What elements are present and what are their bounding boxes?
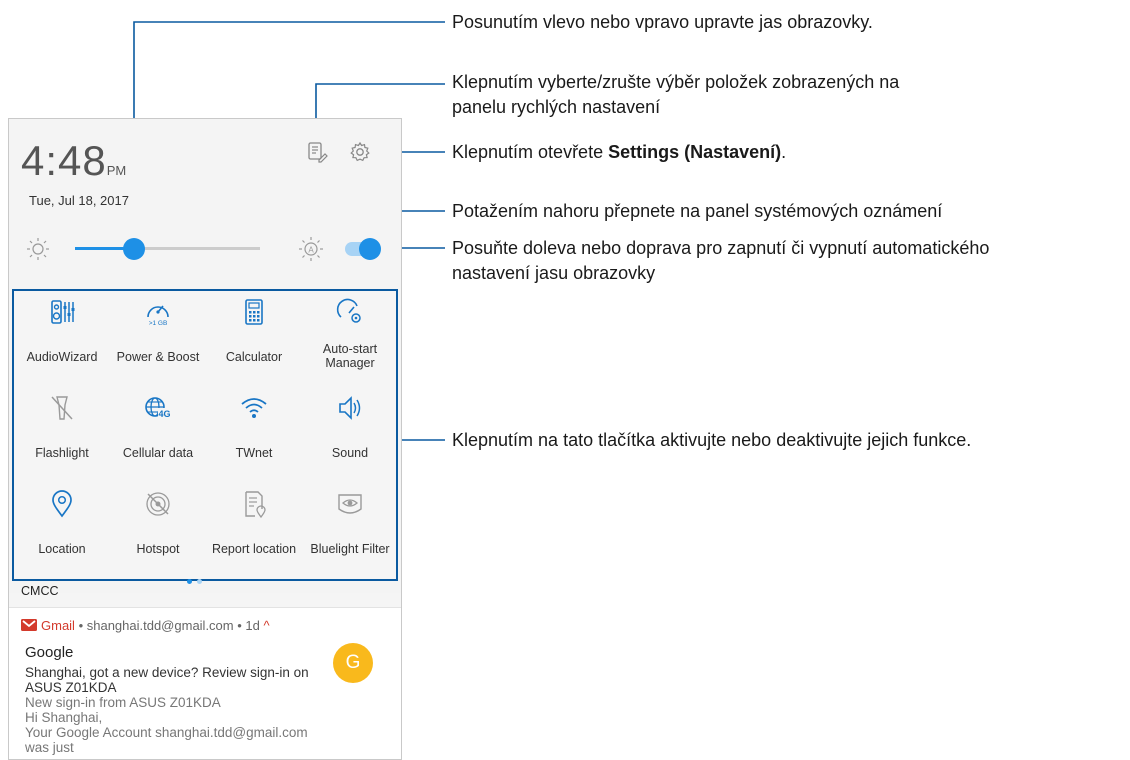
quick-settings-tiles: AudioWizard >1 GB Power & Boost Calculator A… bbox=[12, 289, 398, 581]
power-boost-icon: >1 GB bbox=[147, 305, 169, 327]
page-dot-active bbox=[187, 579, 192, 584]
tile-label: Flashlight bbox=[35, 446, 89, 460]
notification-header: Gmail • shanghai.tdd@gmail.com • 1d ^ bbox=[21, 618, 270, 633]
cellular-data-icon: 4G bbox=[145, 397, 171, 419]
notification-line: ASUS Z01KDA bbox=[25, 680, 117, 695]
tile-label: Auto-start Manager bbox=[322, 342, 378, 370]
page-indicator bbox=[187, 571, 207, 589]
tile-label: TWnet bbox=[235, 446, 273, 460]
callout-edit: Klepnutím vyberte/zrušte výběr položek z… bbox=[452, 70, 899, 120]
tile-label: Bluelight Filter bbox=[310, 542, 390, 556]
tile-label: Report location bbox=[211, 542, 297, 556]
callout-auto-line: nastavení jasu obrazovky bbox=[452, 263, 656, 283]
hotspot-icon bbox=[146, 492, 170, 516]
brightness-slider-thumb[interactable] bbox=[123, 238, 146, 260]
sound-icon bbox=[339, 396, 361, 420]
expand-chevron-icon[interactable]: ^ bbox=[264, 618, 270, 633]
location-icon bbox=[52, 490, 72, 518]
clock-time: 4:48 bbox=[21, 137, 107, 184]
callout-edit-line: Klepnutím vyberte/zrušte výběr položek z… bbox=[452, 72, 900, 92]
avatar: G bbox=[333, 643, 373, 683]
brightness-low-icon bbox=[27, 238, 49, 260]
notification-line: Shanghai, got a new device? Review sign-… bbox=[25, 665, 309, 680]
edit-quick-settings-icon[interactable] bbox=[306, 141, 328, 163]
callout-settings-bold: Settings (Nastavení) bbox=[608, 142, 782, 162]
tile-power-boost[interactable]: >1 GB Power & Boost bbox=[110, 297, 206, 364]
callout-auto-brightness: Posuňte doleva nebo doprava pro zapnutí … bbox=[452, 236, 989, 286]
tile-label: Hotspot bbox=[136, 542, 180, 556]
clock-ampm: PM bbox=[106, 163, 127, 178]
svg-text:A: A bbox=[308, 246, 314, 255]
gmail-notification[interactable]: Gmail • shanghai.tdd@gmail.com • 1d ^ Go… bbox=[9, 607, 401, 759]
tile-auto-start-manager[interactable]: Auto-start Manager bbox=[302, 297, 398, 370]
callout-auto-line: Posuňte doleva nebo doprava pro zapnutí … bbox=[452, 238, 990, 258]
tile-label: Cellular data bbox=[122, 446, 194, 460]
page-dot bbox=[197, 579, 202, 584]
callout-drag: Potažením nahoru přepnete na panel systé… bbox=[452, 201, 943, 221]
gmail-icon bbox=[21, 619, 37, 631]
bluelight-filter-icon bbox=[338, 494, 362, 514]
tile-cellular-data[interactable]: 4G Cellular data bbox=[110, 393, 206, 460]
quick-settings-panel: 4:48PM Tue, Jul 18, 2017 A AudioWizard >… bbox=[8, 118, 402, 760]
notification-line: Hi Shanghai, bbox=[25, 710, 103, 725]
auto-brightness-toggle-knob bbox=[359, 238, 381, 260]
autostart-manager-icon bbox=[336, 298, 361, 323]
callout-tiles: Klepnutím na tato tlačítka aktivujte neb… bbox=[452, 430, 972, 450]
wifi-icon bbox=[241, 398, 267, 418]
tile-label: Calculator bbox=[225, 350, 283, 364]
tile-audiowizard[interactable]: AudioWizard bbox=[14, 297, 110, 364]
auto-brightness-toggle[interactable] bbox=[345, 238, 381, 260]
audiowizard-icon bbox=[51, 300, 75, 324]
notification-account: shanghai.tdd@gmail.com bbox=[86, 618, 234, 633]
tile-label: Power & Boost bbox=[116, 350, 200, 364]
tile-label: Location bbox=[38, 542, 86, 556]
tile-bluelight-filter[interactable]: Bluelight Filter bbox=[302, 489, 398, 556]
report-location-icon bbox=[245, 491, 266, 519]
flashlight-icon bbox=[51, 396, 73, 420]
date-label: Tue, Jul 18, 2017 bbox=[29, 193, 129, 208]
tile-label: AudioWizard bbox=[26, 350, 98, 364]
tile-label: Sound bbox=[331, 446, 369, 460]
callout-brightness: Posunutím vlevo nebo vpravo upravte jas … bbox=[452, 12, 873, 32]
callout-edit-line: panelu rychlých nastavení bbox=[452, 97, 661, 117]
calculator-icon bbox=[245, 299, 263, 325]
carrier-label: CMCC bbox=[21, 584, 59, 598]
notification-app-name: Gmail bbox=[41, 618, 75, 633]
clock: 4:48PM bbox=[21, 137, 126, 185]
auto-brightness-icon: A bbox=[299, 237, 323, 261]
quick-settings-header: 4:48PM Tue, Jul 18, 2017 A AudioWizard >… bbox=[9, 119, 401, 598]
callout-settings-text: Klepnutím otevřete bbox=[452, 142, 609, 162]
svg-text:4G: 4G bbox=[158, 409, 170, 419]
callout-settings: Klepnutím otevřete Settings (Nastavení). bbox=[452, 140, 786, 165]
tile-sound[interactable]: Sound bbox=[302, 393, 398, 460]
settings-gear-icon[interactable] bbox=[349, 141, 371, 163]
tile-location[interactable]: Location bbox=[14, 489, 110, 556]
notification-sender: Google bbox=[25, 644, 74, 661]
svg-text:>1 GB: >1 GB bbox=[149, 320, 168, 327]
notification-age: 1d bbox=[245, 618, 260, 633]
callout-settings-period: . bbox=[781, 142, 787, 162]
notification-line: New sign-in from ASUS Z01KDA bbox=[25, 695, 221, 710]
tile-report-location[interactable]: Report location bbox=[206, 489, 302, 556]
tile-hotspot[interactable]: Hotspot bbox=[110, 489, 206, 556]
tile-twnet[interactable]: TWnet bbox=[206, 393, 302, 460]
tile-calculator[interactable]: Calculator bbox=[206, 297, 302, 364]
tile-flashlight[interactable]: Flashlight bbox=[14, 393, 110, 460]
notification-body: Shanghai, got a new device? Review sign-… bbox=[25, 665, 315, 755]
